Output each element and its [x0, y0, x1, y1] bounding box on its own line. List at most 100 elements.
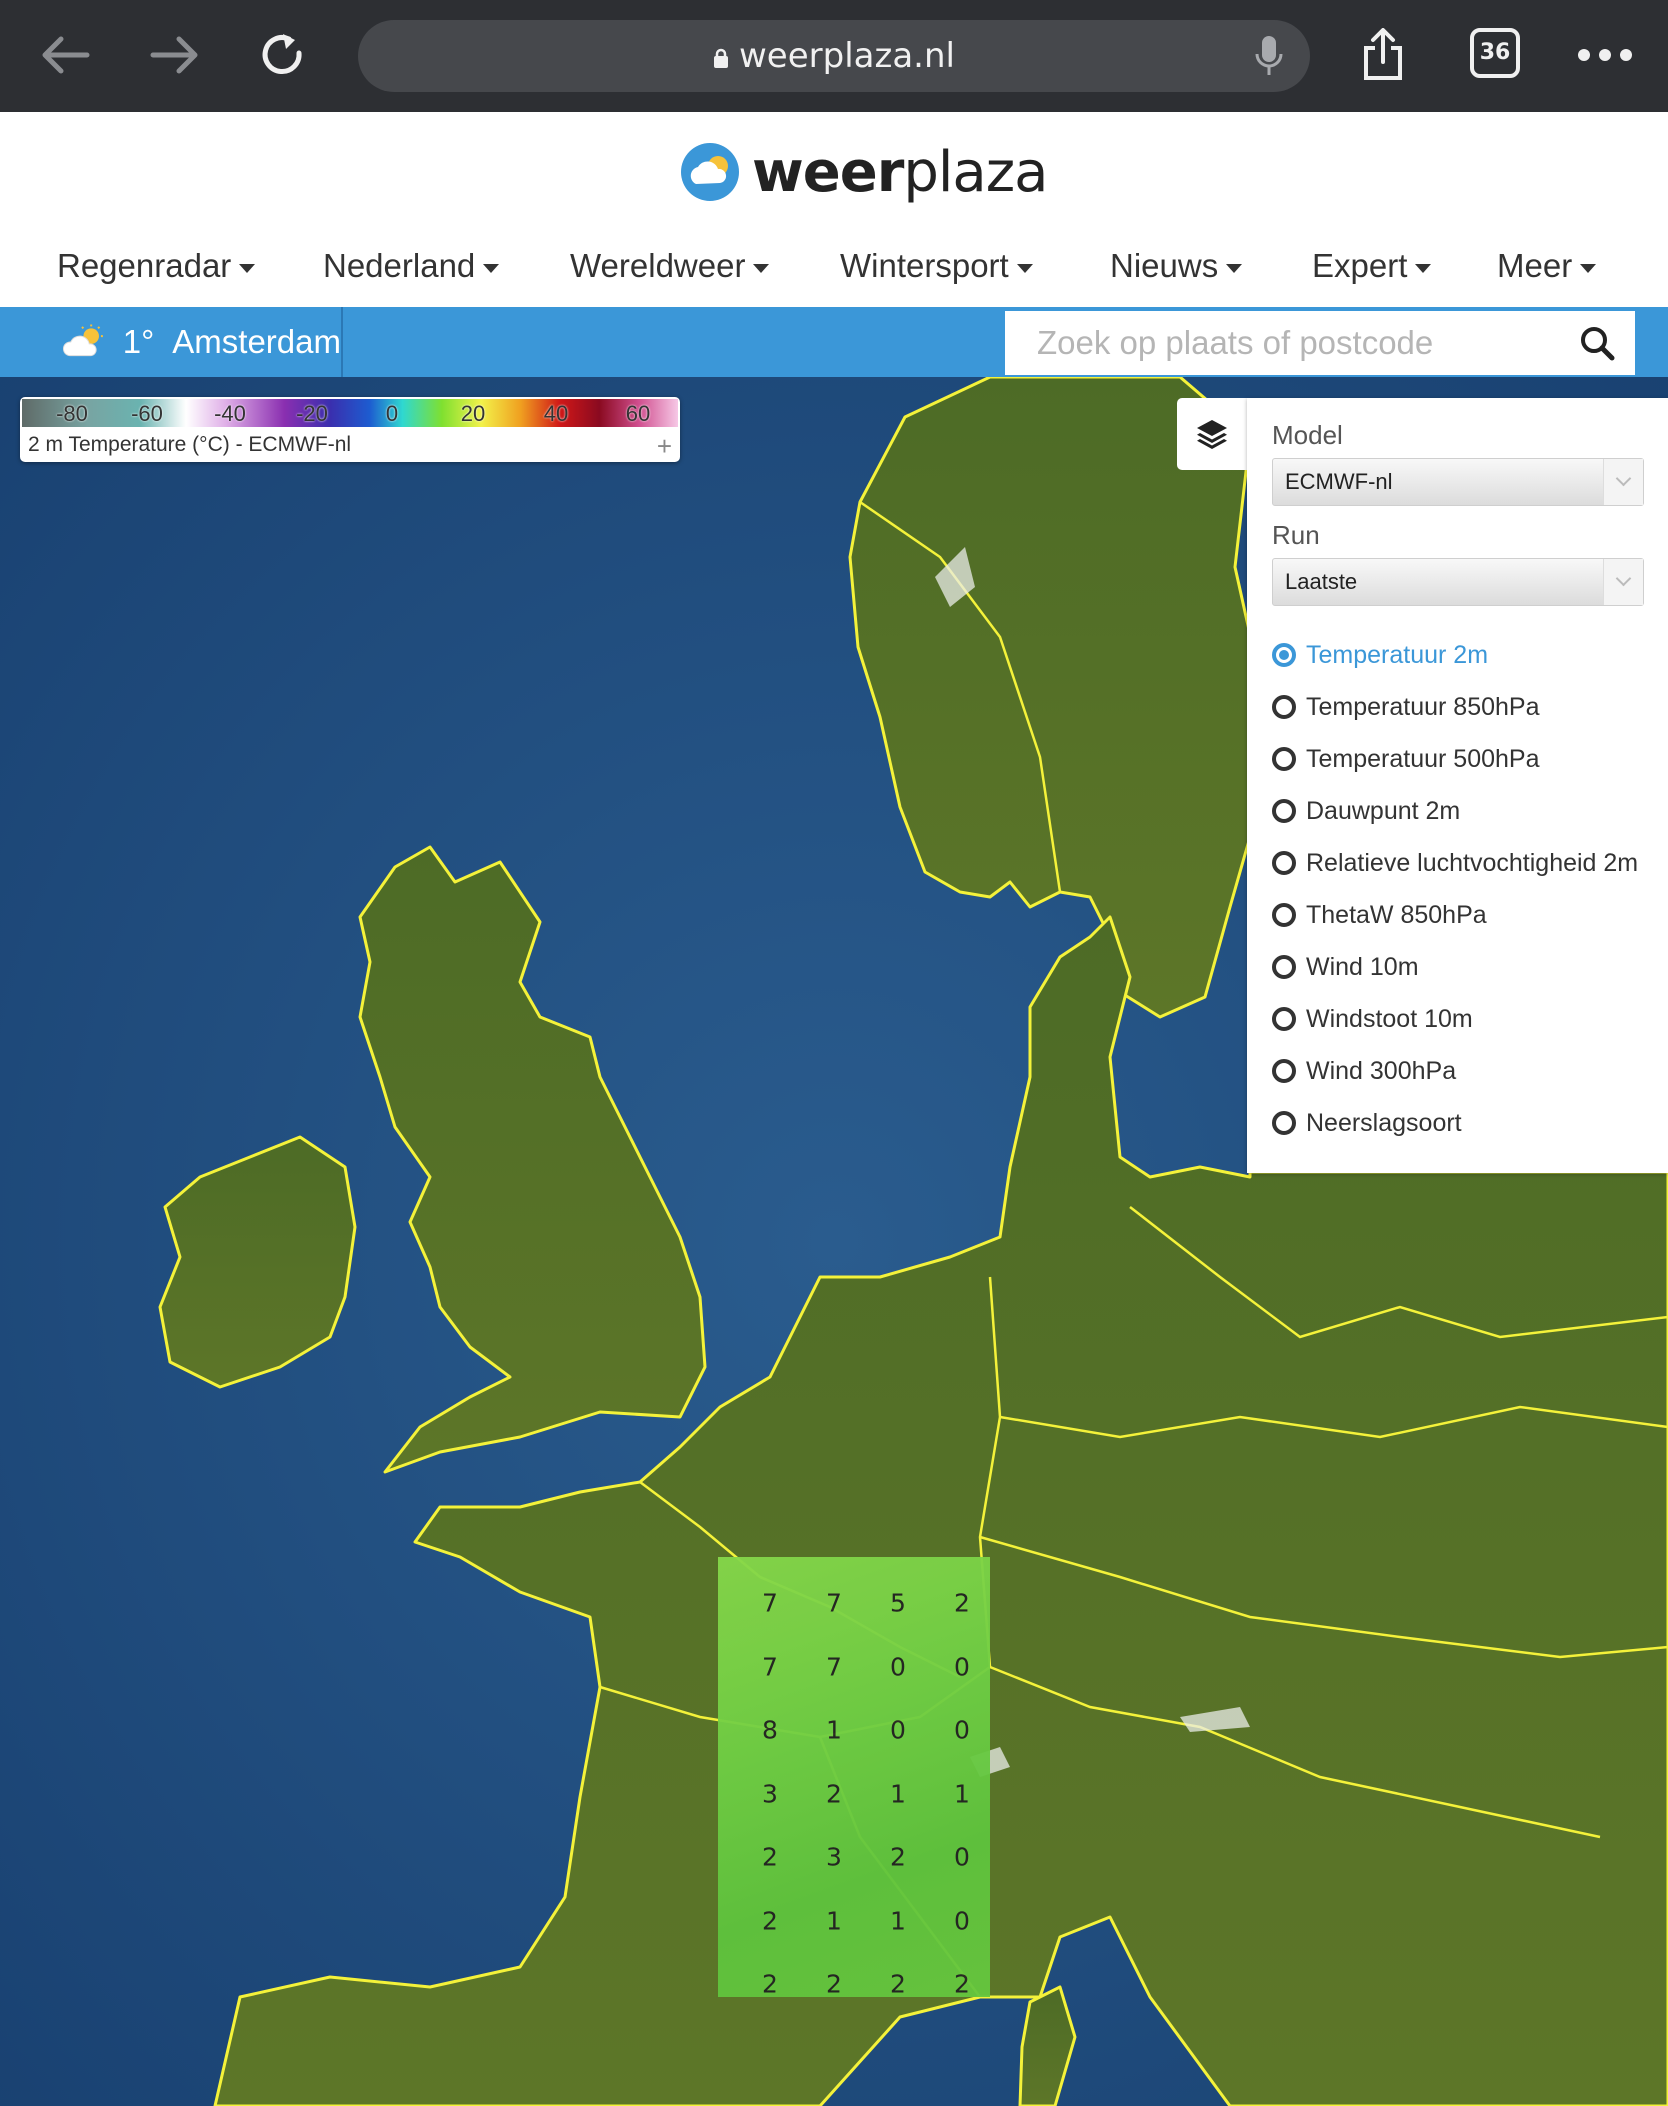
layer-option-neerslagsoort[interactable]: Neerslagsoort [1272, 1103, 1462, 1143]
temperature-grid-value: 2 [890, 1969, 906, 1999]
location-city: Amsterdam [172, 323, 341, 360]
temperature-grid-value: 2 [762, 1906, 778, 1935]
caret-down-icon [753, 264, 770, 273]
legend-tick: -60 [131, 401, 163, 426]
radio-icon [1272, 1111, 1296, 1135]
caret-down-icon [1415, 264, 1432, 273]
caret-down-icon [1580, 264, 1597, 273]
temperature-grid-value: 3 [762, 1779, 778, 1808]
temperature-grid-value: 1 [890, 1906, 906, 1935]
temperature-grid-value: 0 [890, 1652, 906, 1681]
logo-sun-cloud-icon [681, 143, 739, 201]
temperature-grid-value: 7 [762, 1652, 778, 1681]
temperature-grid-value: 0 [954, 1652, 970, 1681]
temperature-grid-value: 8 [762, 1715, 778, 1745]
model-select-value: ECMWF-nl [1285, 469, 1393, 494]
layer-panel: Model ECMWF-nl Run Laatste Temperatuur 2… [1247, 398, 1668, 1173]
temperature-grid-value: 1 [826, 1715, 842, 1745]
temperature-grid-value: 0 [954, 1842, 970, 1872]
layers-icon [1197, 420, 1227, 449]
radio-icon [1272, 747, 1296, 771]
legend-tick: 40 [543, 401, 569, 426]
temperature-grid-value: 2 [826, 1779, 842, 1808]
temperature-grid-value: 1 [954, 1779, 970, 1808]
legend-title: 2 m Temperature (°C) - ECMWF-nl [28, 433, 352, 456]
temperature-grid-value: 2 [954, 1588, 970, 1618]
temperature-grid-value: 7 [762, 1588, 778, 1618]
caret-down-icon [239, 264, 256, 273]
legend-tick: 60 [625, 401, 651, 426]
share-icon[interactable] [1348, 20, 1418, 90]
legend-tick: -80 [56, 401, 88, 426]
caret-down-icon [483, 264, 500, 273]
legend-tick: -20 [296, 401, 328, 426]
layers-toggle-button[interactable] [1177, 398, 1247, 470]
temperature-grid-overlay[interactable]: 7 7 5 2 7 7 0 0 8 1 0 0 3 2 1 1 2 3 2 0 2 1 1 0 2 2 2 2 [718, 1557, 990, 1999]
run-label: Run [1272, 520, 1320, 550]
nav-expert[interactable]: Expert [1312, 238, 1432, 294]
layer-option-temperatuur-850hpa[interactable]: Temperatuur 850hPa [1272, 687, 1539, 727]
legend-tick: 0 [385, 401, 399, 426]
partly-cloudy-icon [62, 324, 103, 357]
radio-icon [1272, 695, 1296, 719]
search-icon[interactable] [1579, 325, 1615, 361]
chevron-down-icon [1603, 459, 1643, 505]
radio-icon [1272, 903, 1296, 927]
legend-tick: 20 [460, 401, 486, 426]
layer-option-dauwpunt-2m[interactable]: Dauwpunt 2m [1272, 791, 1460, 831]
temperature-legend[interactable]: -80 -60 -40 -20 0 20 40 60 2 m Temperatu… [20, 397, 680, 462]
layer-option-wind-10m[interactable]: Wind 10m [1272, 947, 1419, 987]
temperature-grid-value: 1 [890, 1779, 906, 1808]
radio-icon [1272, 799, 1296, 823]
location-search-bar: 1° Amsterdam [0, 307, 1668, 377]
temperature-grid-value: 7 [826, 1652, 842, 1681]
reload-icon[interactable] [248, 20, 318, 90]
location-temperature: 1° [122, 323, 155, 360]
chevron-down-icon [1603, 559, 1643, 605]
current-location[interactable]: 1° Amsterdam [0, 307, 343, 377]
model-select[interactable]: ECMWF-nl [1272, 458, 1644, 506]
layer-option-temperatuur-500hpa[interactable]: Temperatuur 500hPa [1272, 739, 1539, 779]
nav-nieuws[interactable]: Nieuws [1110, 238, 1243, 294]
temperature-grid-value: 0 [890, 1715, 906, 1745]
logo-text-light: plaza [903, 139, 1048, 205]
nav-meer[interactable]: Meer [1497, 238, 1597, 294]
legend-color-scale [22, 399, 678, 427]
browser-toolbar: weerplaza.nl 36 [0, 0, 1668, 112]
caret-down-icon [1016, 264, 1033, 273]
nav-wereldweer[interactable]: Wereldweer [570, 238, 770, 294]
model-label: Model [1272, 420, 1343, 450]
nav-wintersport[interactable]: Wintersport [840, 238, 1033, 294]
layer-option-windstoot-10m[interactable]: Windstoot 10m [1272, 999, 1473, 1039]
temperature-grid-value: 2 [826, 1969, 842, 1999]
address-bar[interactable]: weerplaza.nl [358, 20, 1310, 92]
radio-icon [1272, 851, 1296, 875]
temperature-grid-value: 7 [826, 1588, 842, 1618]
layer-option-wind-300hpa[interactable]: Wind 300hPa [1272, 1051, 1456, 1091]
temperature-grid-value: 3 [826, 1842, 842, 1872]
legend-expand-icon[interactable]: + [657, 433, 672, 459]
back-arrow-icon[interactable] [30, 20, 100, 90]
weerplaza-logo[interactable]: weerplaza [680, 132, 1048, 212]
temperature-grid-value: 0 [954, 1906, 970, 1935]
temperature-grid-value: 5 [890, 1588, 906, 1618]
search-input[interactable] [1005, 311, 1565, 375]
forward-arrow-icon[interactable] [140, 20, 210, 90]
site-header: weerplaza Regenradar Nederland Wereldwee… [0, 112, 1668, 307]
radio-icon [1272, 1059, 1296, 1083]
nav-nederland[interactable]: Nederland [323, 238, 500, 294]
tabs-icon[interactable]: 36 [1470, 28, 1520, 78]
caret-down-icon [1226, 264, 1243, 273]
mic-icon[interactable] [1254, 34, 1284, 83]
temperature-grid-value: 2 [762, 1969, 778, 1999]
nav-regenradar[interactable]: Regenradar [57, 238, 256, 294]
main-navigation: Regenradar Nederland Wereldweer Wintersp… [0, 238, 1668, 294]
temperature-grid-value: 2 [954, 1969, 970, 1999]
more-dots-icon[interactable] [1570, 20, 1640, 90]
temperature-grid-value: 2 [762, 1842, 778, 1872]
layer-option-relatieve-luchtvochtigheid-2m[interactable]: Relatieve luchtvochtigheid 2m [1272, 843, 1638, 883]
layer-option-thetaw-850hpa[interactable]: ThetaW 850hPa [1272, 895, 1487, 935]
radio-selected-icon [1272, 643, 1296, 667]
layer-option-temperatuur-2m[interactable]: Temperatuur 2m [1272, 635, 1488, 675]
run-select[interactable]: Laatste [1272, 558, 1644, 606]
